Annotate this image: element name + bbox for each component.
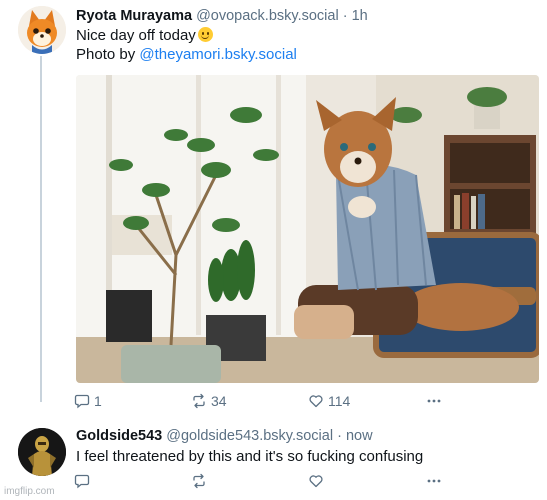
avatar-goldside[interactable] [18, 428, 66, 476]
like-count: 114 [328, 393, 351, 409]
heart-icon [309, 475, 323, 488]
repost-arrows-icon [193, 473, 205, 489]
repost-arrows-icon [193, 393, 205, 409]
author-name[interactable]: Ryota Murayama [76, 8, 192, 24]
avatar-ryota[interactable] [18, 6, 66, 54]
more-options-button[interactable] [426, 393, 442, 409]
photo-credit-mention[interactable]: @theyamori.bsky.social [139, 46, 297, 63]
post-text-line-1: Nice day off today [76, 26, 213, 45]
speech-bubble-icon [74, 474, 90, 489]
avatar-gold-knight-icon [18, 428, 66, 476]
post-header: Ryota Murayama @ovopack.bsky.social · 1h [76, 8, 368, 24]
heart-icon [309, 395, 323, 408]
reply-actions [74, 473, 474, 491]
reply-count: 1 [94, 393, 102, 409]
reply-separator-dot: · [337, 428, 342, 444]
post-actions: 1 34 114 [74, 393, 474, 411]
reply-header: Goldside543 @goldside543.bsky.social · n… [76, 428, 373, 444]
post-image[interactable] [76, 75, 539, 383]
reply-more-options-button[interactable] [426, 473, 442, 489]
repost-count: 34 [211, 393, 227, 409]
post-photo-illustration [76, 75, 539, 383]
reply-time[interactable]: now [346, 428, 373, 444]
post-text-line-2: Photo by @theyamori.bsky.social [76, 45, 297, 64]
thread-line [40, 56, 42, 402]
reply-button[interactable]: 1 [74, 393, 102, 409]
avatar-fox-icon [18, 6, 66, 54]
post-time[interactable]: 1h [352, 8, 368, 24]
ellipsis-icon [427, 399, 441, 403]
smiling-face-icon [197, 27, 213, 42]
separator-dot: · [342, 8, 348, 24]
reply-repost-button[interactable] [191, 473, 207, 489]
reply-author-name[interactable]: Goldside543 [76, 428, 162, 444]
reply-text: I feel threatened by this and it's so fu… [76, 448, 424, 465]
imgflip-watermark: imgflip.com [4, 486, 55, 497]
post-text: Nice day off today [76, 27, 196, 44]
author-handle[interactable]: @ovopack.bsky.social [196, 8, 339, 24]
like-button[interactable]: 114 [308, 393, 350, 409]
reply-like-button[interactable] [308, 473, 324, 489]
speech-bubble-icon [74, 394, 90, 409]
ellipsis-icon [427, 479, 441, 483]
reply-author-handle[interactable]: @goldside543.bsky.social [166, 428, 333, 444]
repost-button[interactable]: 34 [191, 393, 227, 409]
photo-credit-label: Photo by [76, 46, 140, 63]
reply-reply-button[interactable] [74, 473, 90, 489]
